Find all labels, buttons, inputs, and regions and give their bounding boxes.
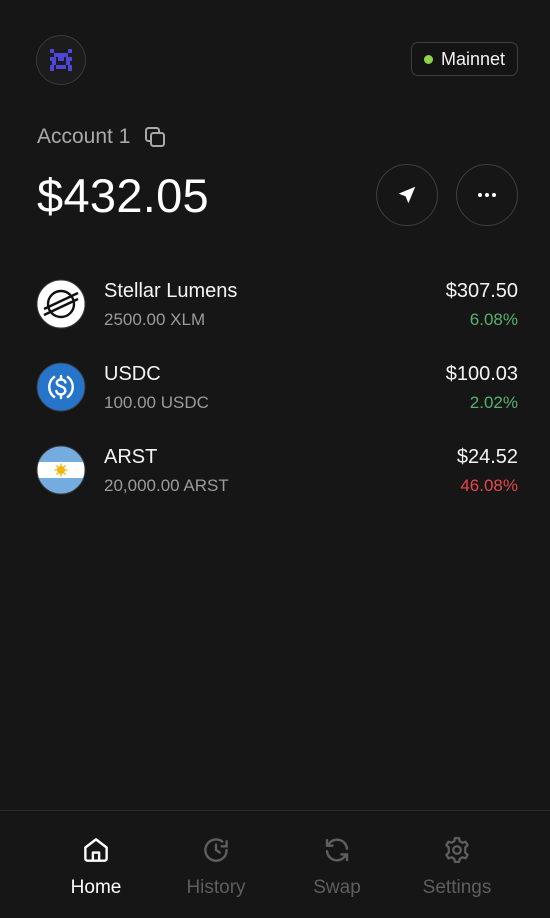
copy-address-button[interactable]: [142, 124, 168, 150]
account-avatar[interactable]: [36, 35, 86, 85]
send-icon: [398, 186, 416, 204]
argentina-flag-icon: [36, 445, 86, 495]
home-icon: [81, 835, 111, 865]
asset-info: ARST 20,000.00 ARST: [104, 442, 229, 500]
asset-row-usdc[interactable]: USDC 100.00 USDC $100.03 2.02%: [36, 359, 518, 442]
nav-swap[interactable]: Swap: [282, 835, 392, 899]
account-row: Account 1: [37, 124, 168, 150]
network-label: Mainnet: [440, 48, 505, 69]
history-icon: [201, 835, 231, 865]
nav-swap-label: Swap: [313, 877, 361, 898]
account-name: Account 1: [37, 125, 131, 148]
total-balance: $432.05: [37, 169, 209, 222]
asset-name: ARST: [104, 446, 158, 468]
nav-settings[interactable]: Settings: [402, 835, 512, 899]
asset-amount: 100.00 USDC: [104, 393, 209, 412]
asset-info: Stellar Lumens 2500.00 XLM: [104, 276, 237, 334]
stellar-logo-icon: [36, 279, 86, 329]
send-button[interactable]: [376, 164, 438, 226]
bottom-navigation: Home History Swap Settings: [0, 810, 550, 918]
swap-icon: [322, 835, 352, 865]
asset-row-arst[interactable]: ARST 20,000.00 ARST $24.52 46.08%: [36, 442, 518, 525]
asset-amount: 20,000.00 ARST: [104, 476, 229, 495]
gear-icon: [442, 835, 472, 865]
usdc-logo-icon: [36, 362, 86, 412]
asset-amount: 2500.00 XLM: [104, 310, 206, 329]
network-status-dot: [423, 54, 433, 64]
identicon-icon: [50, 49, 72, 71]
asset-info: USDC 100.00 USDC: [104, 359, 209, 417]
asset-change: 46.08%: [460, 476, 518, 495]
more-icon: [478, 193, 496, 197]
nav-home[interactable]: Home: [41, 835, 151, 899]
copy-icon: [145, 127, 166, 147]
asset-value: $24.52: [456, 446, 518, 468]
asset-name: Stellar Lumens: [104, 280, 238, 302]
nav-home-label: Home: [70, 877, 122, 898]
nav-settings-label: Settings: [422, 877, 492, 898]
asset-list: Stellar Lumens 2500.00 XLM $307.50 6.08%…: [36, 276, 518, 525]
asset-values: $100.03 2.02%: [446, 359, 518, 417]
asset-change: 2.02%: [469, 393, 518, 412]
more-options-button[interactable]: [456, 164, 518, 226]
asset-value: $100.03: [445, 363, 518, 385]
asset-row-xlm[interactable]: Stellar Lumens 2500.00 XLM $307.50 6.08%: [36, 276, 518, 359]
asset-name: USDC: [104, 363, 161, 385]
nav-history-label: History: [186, 877, 246, 898]
asset-values: $307.50 6.08%: [446, 276, 518, 334]
asset-value: $307.50: [445, 280, 518, 302]
asset-values: $24.52 46.08%: [457, 442, 518, 500]
nav-history[interactable]: History: [161, 835, 271, 899]
asset-change: 6.08%: [469, 310, 518, 329]
network-selector[interactable]: Mainnet: [410, 42, 518, 76]
